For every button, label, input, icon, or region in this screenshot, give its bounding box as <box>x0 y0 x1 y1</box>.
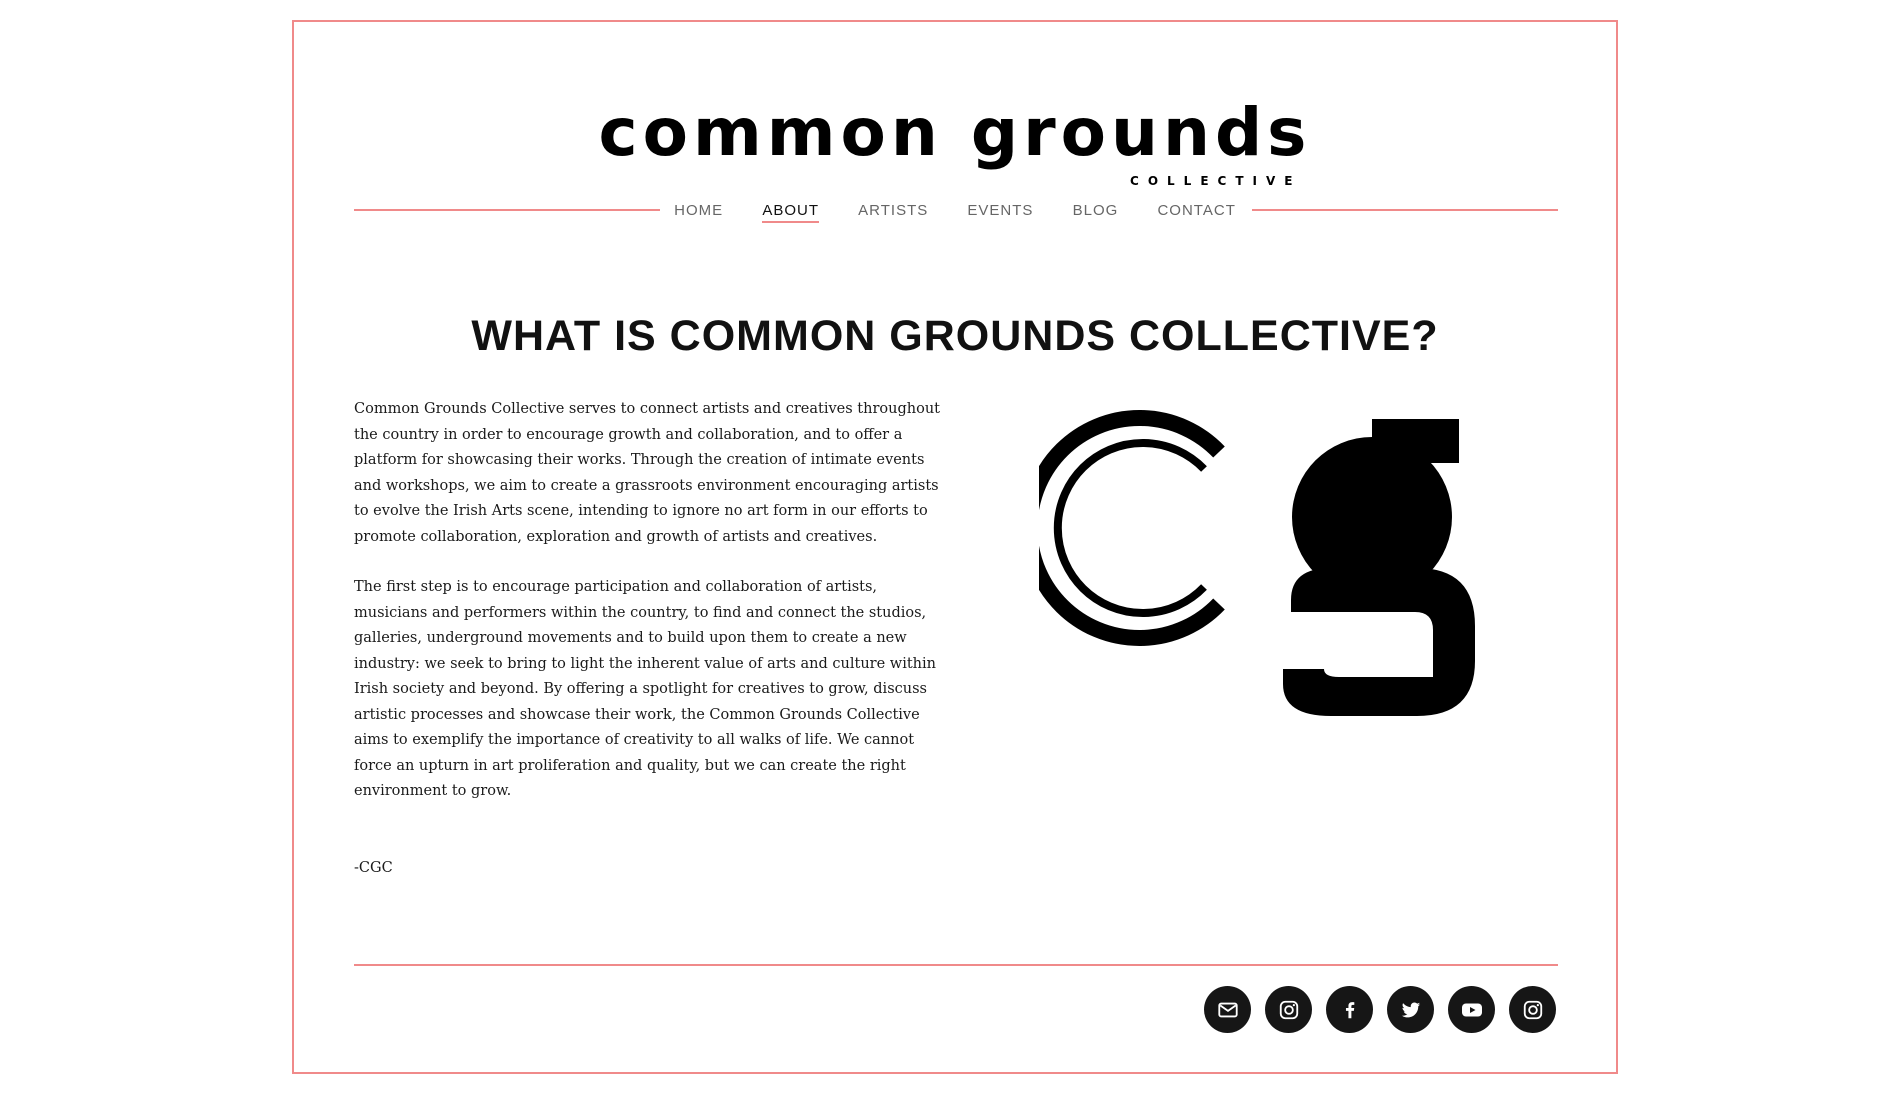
instagram-link[interactable] <box>1265 986 1312 1033</box>
site-logo[interactable]: common grounds COLLECTIVE <box>294 94 1616 189</box>
twitter-link[interactable] <box>1387 986 1434 1033</box>
main-nav: HOME ABOUT ARTISTS EVENTS BLOG CONTACT <box>294 202 1616 223</box>
facebook-link[interactable] <box>1326 986 1373 1033</box>
email-link[interactable] <box>1204 986 1251 1033</box>
youtube-icon <box>1461 1003 1482 1016</box>
logo-wordmark: common grounds <box>598 94 1312 171</box>
footer-divider <box>354 964 1558 966</box>
nav-contact[interactable]: CONTACT <box>1157 202 1235 221</box>
page-title: WHAT IS COMMON GROUNDS COLLECTIVE? <box>471 312 1439 360</box>
youtube-link[interactable] <box>1448 986 1495 1033</box>
nav-home[interactable]: HOME <box>674 202 723 221</box>
about-text: Common Grounds Collective serves to conn… <box>354 397 954 906</box>
nav-events[interactable]: EVENTS <box>967 202 1033 221</box>
nav-blog[interactable]: BLOG <box>1073 202 1119 221</box>
signature: -CGC <box>354 859 393 876</box>
nav-artists[interactable]: ARTISTS <box>858 202 928 221</box>
email-icon <box>1217 1002 1238 1017</box>
twitter-icon <box>1401 1001 1420 1017</box>
nav-about[interactable]: ABOUT <box>762 202 819 223</box>
about-paragraph-2: The first step is to encourage participa… <box>354 579 936 799</box>
cg-monogram-graphic <box>1039 410 1475 716</box>
logo-wrap: common grounds COLLECTIVE <box>598 94 1312 189</box>
about-paragraph-1: Common Grounds Collective serves to conn… <box>354 401 940 545</box>
instagram-link-2[interactable] <box>1509 986 1556 1033</box>
social-links <box>1204 986 1556 1033</box>
instagram-icon <box>1523 1000 1542 1019</box>
facebook-icon <box>1345 1001 1354 1018</box>
instagram-icon <box>1279 1000 1298 1019</box>
logo-tagline: COLLECTIVE <box>1130 174 1302 188</box>
page-frame: common grounds COLLECTIVE HOME ABOUT ART… <box>292 20 1618 1074</box>
